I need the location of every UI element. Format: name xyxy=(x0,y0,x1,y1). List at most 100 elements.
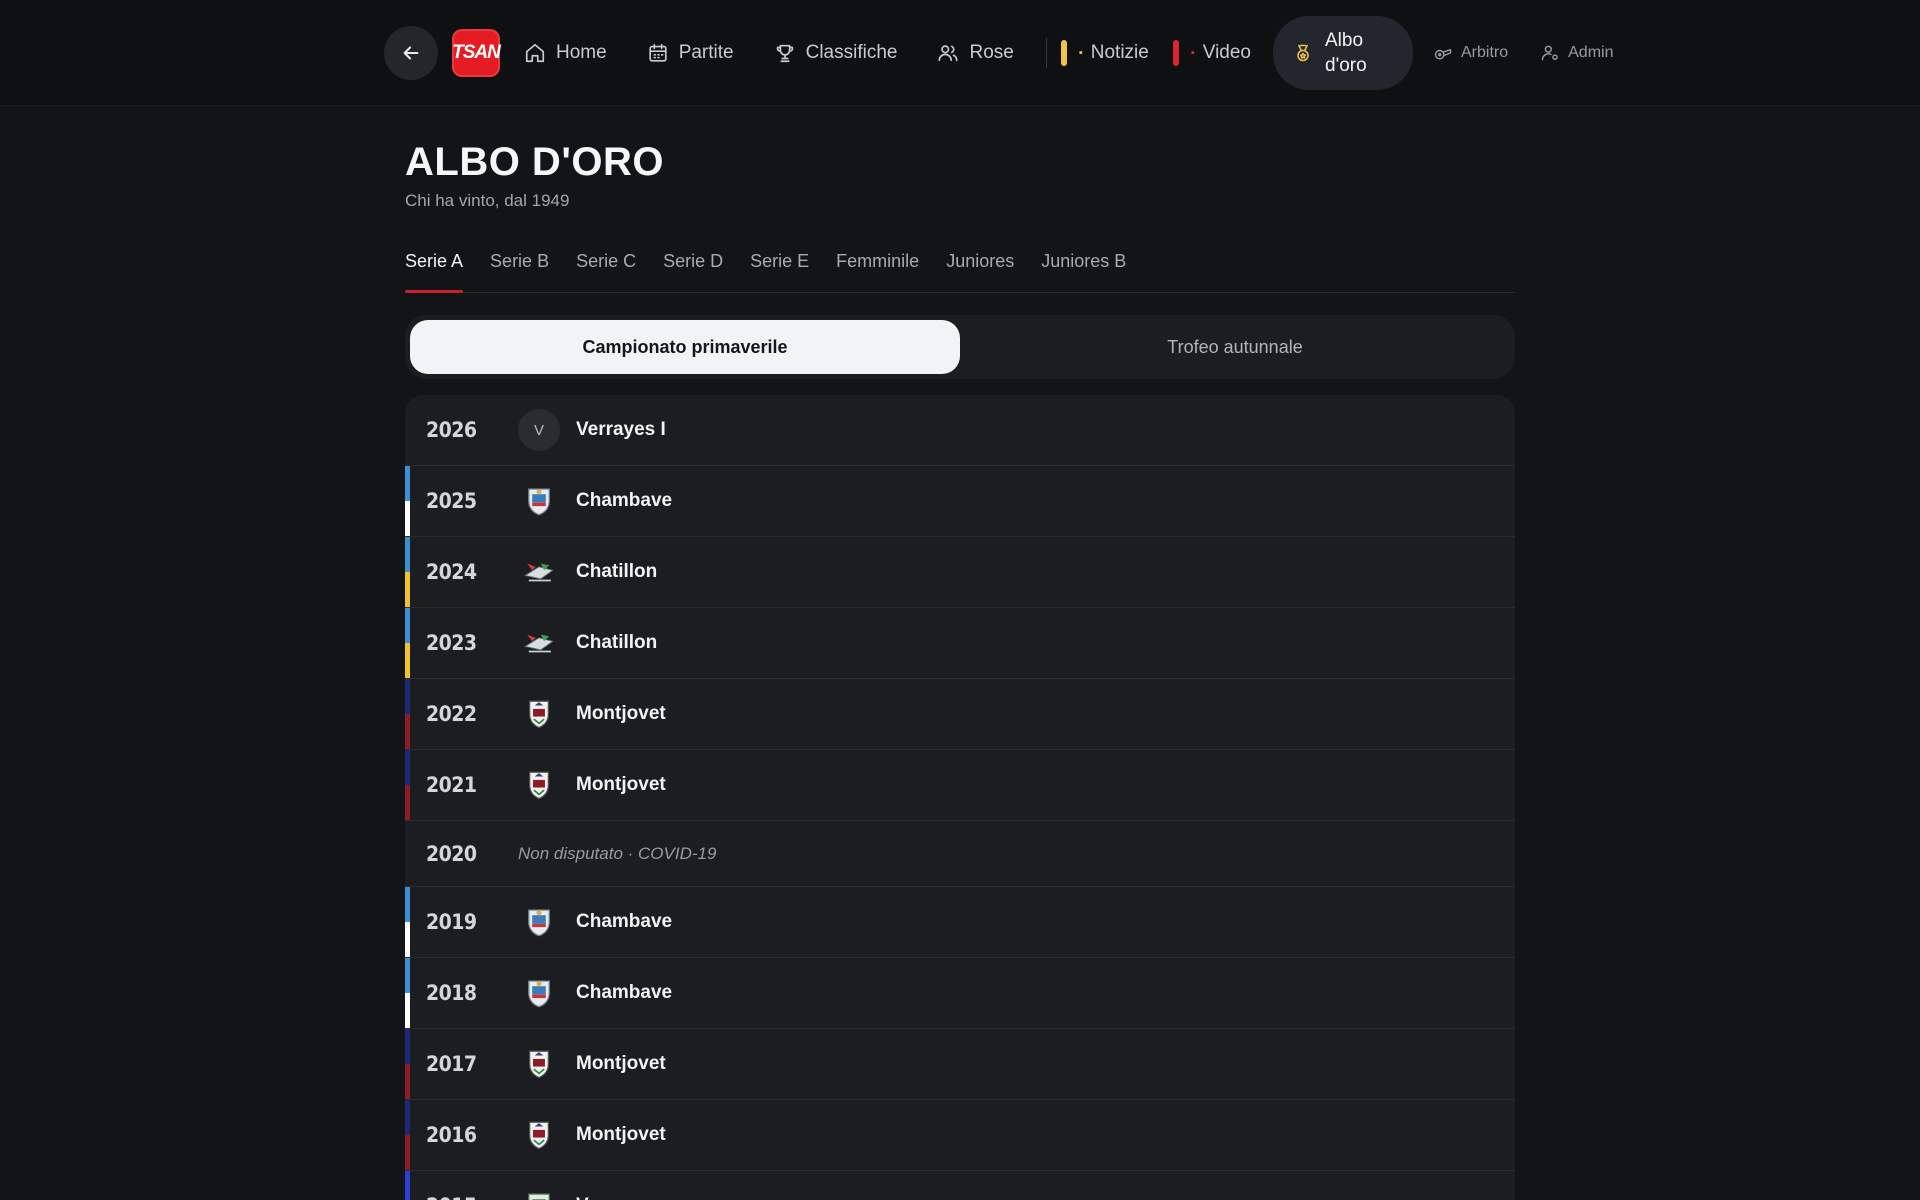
nav-active-label: Albo d'oro xyxy=(1325,28,1367,78)
competition-toggle: Campionato primaverile Trofeo autunnale xyxy=(405,315,1515,379)
medal-icon xyxy=(1297,44,1309,62)
winner-year: 2026 xyxy=(426,418,477,442)
nav-divider xyxy=(1045,38,1047,68)
nav-item-label: Arbitro xyxy=(1461,44,1509,61)
team-crest-icon xyxy=(518,1185,560,1200)
winner-year: 2025 xyxy=(426,489,477,513)
tab-juniores[interactable]: Juniores xyxy=(946,245,1014,292)
team-color-stripe xyxy=(405,887,410,957)
page-subtitle: Chi ha vinto, dal 1949 xyxy=(405,191,570,210)
team-initial-badge: V xyxy=(518,409,560,451)
whistle-icon xyxy=(1434,48,1452,60)
team-crest-icon: V xyxy=(518,409,560,451)
winner-row[interactable]: 2015 Verrayes xyxy=(405,1171,1515,1200)
tab-juniores-b[interactable]: Juniores B xyxy=(1041,245,1126,292)
winner-team-name: Chambave xyxy=(576,490,673,511)
nav-item-arbitro[interactable]: Arbitro xyxy=(1433,43,1508,63)
nav-item-rose[interactable]: Rose xyxy=(937,42,1014,64)
nav-item-video[interactable]: ▪ Video xyxy=(1172,40,1251,66)
winners-list: 2026 V Verrayes I 2025 Chambave 2024 Chatillon… xyxy=(405,395,1515,1200)
team-color-stripe xyxy=(405,1171,410,1200)
nav-item-notizie[interactable]: ▪ Notizie xyxy=(1060,40,1149,66)
page-title: ALBO D'ORO xyxy=(405,140,664,184)
video-icon: ▪ xyxy=(1190,47,1195,59)
nav-item-label: Notizie xyxy=(1090,42,1149,63)
back-button[interactable] xyxy=(384,26,438,80)
team-color-stripe xyxy=(405,608,410,678)
team-crest-icon xyxy=(518,480,560,522)
tab-serie-b[interactable]: Serie B xyxy=(490,245,549,292)
winner-team-name: Chambave xyxy=(576,982,673,1003)
red-marker xyxy=(1172,40,1179,66)
nav-item-home[interactable]: Home xyxy=(524,42,607,64)
winner-team-name: Montjovet xyxy=(576,774,666,795)
winner-team-name: Verrayes xyxy=(576,1195,655,1200)
team-crest-icon xyxy=(518,901,560,943)
winner-year: 2020 xyxy=(426,841,477,866)
nav-item-label: Partite xyxy=(678,42,734,63)
team-crest-icon xyxy=(518,551,560,593)
main-content: ALBO D'ORO Chi ha vinto, dal 1949 Serie … xyxy=(405,106,1515,1200)
winner-row[interactable]: 2018 Chambave xyxy=(405,958,1515,1029)
winner-team-name: Chambave xyxy=(576,911,673,932)
winner-year: 2016 xyxy=(426,1123,477,1147)
home-icon xyxy=(525,43,545,63)
tab-femminile[interactable]: Femminile xyxy=(836,245,919,292)
winner-row[interactable]: 2023 Chatillon xyxy=(405,608,1515,679)
users-icon xyxy=(938,45,959,62)
winner-row[interactable]: 2026 V Verrayes I xyxy=(405,395,1515,466)
arrow-left-icon xyxy=(403,46,419,60)
winner-row: 2020 Non disputato · COVID-19 xyxy=(405,821,1515,887)
winner-team-name: Verrayes I xyxy=(576,419,666,440)
nav-active-label-line1: Albo xyxy=(1325,30,1364,51)
nav-active-label-line2: d'oro xyxy=(1325,55,1367,76)
winner-team-name: Montjovet xyxy=(576,1053,666,1074)
main-nav: TSAN Home Partite Classifiche Rose ▪ Not… xyxy=(384,16,1684,90)
team-color-stripe xyxy=(405,750,410,820)
team-crest-icon xyxy=(518,622,560,664)
tab-serie-c[interactable]: Serie C xyxy=(576,245,636,292)
team-color-stripe xyxy=(405,1100,410,1170)
winner-row[interactable]: 2024 Chatillon xyxy=(405,537,1515,608)
winner-year: 2024 xyxy=(426,560,477,584)
nav-item-label: Admin xyxy=(1568,44,1614,61)
team-crest-icon xyxy=(518,1043,560,1085)
winner-row[interactable]: 2019 Chambave xyxy=(405,887,1515,958)
winner-row[interactable]: 2017 Montjovet xyxy=(405,1029,1515,1100)
trophy-icon xyxy=(776,44,793,63)
team-crest-icon xyxy=(518,764,560,806)
nav-item-albo-doro[interactable]: Albo d'oro xyxy=(1273,16,1413,90)
team-color-stripe xyxy=(405,679,410,749)
winner-row[interactable]: 2022 Montjovet xyxy=(405,679,1515,750)
user-gear-icon xyxy=(1541,45,1558,61)
winner-year: 2021 xyxy=(426,773,477,797)
tab-serie-d[interactable]: Serie D xyxy=(663,245,723,292)
tab-serie-e[interactable]: Serie E xyxy=(750,245,809,292)
site-logo[interactable]: TSAN xyxy=(452,29,501,77)
top-navigation-bar: TSAN Home Partite Classifiche Rose ▪ Not… xyxy=(0,0,1920,106)
yellow-marker xyxy=(1060,40,1067,66)
nav-item-classifiche[interactable]: Classifiche xyxy=(774,42,897,64)
winner-year: 2018 xyxy=(426,981,477,1005)
team-color-stripe xyxy=(405,537,410,607)
winner-row[interactable]: 2025 Chambave xyxy=(405,466,1515,537)
winner-row[interactable]: 2016 Montjovet xyxy=(405,1100,1515,1171)
newspaper-icon: ▪ xyxy=(1078,47,1083,59)
winner-year: 2015 xyxy=(405,1194,518,1200)
nav-item-admin[interactable]: Admin xyxy=(1540,43,1613,63)
nav-item-label: Video xyxy=(1202,42,1251,63)
calendar-icon xyxy=(649,43,667,62)
team-color-stripe xyxy=(405,958,410,1028)
nav-item-partite[interactable]: Partite xyxy=(647,42,734,64)
team-crest-icon xyxy=(518,1114,560,1156)
segment-trofeo-autunnale[interactable]: Trofeo autunnale xyxy=(960,320,1510,374)
nav-item-label: Home xyxy=(556,42,607,63)
winner-row[interactable]: 2021 Montjovet xyxy=(405,750,1515,821)
segment-campionato-primaverile[interactable]: Campionato primaverile xyxy=(410,320,960,374)
winner-year: 2023 xyxy=(426,631,477,655)
winner-team-name: Montjovet xyxy=(576,703,666,724)
tab-serie-a[interactable]: Serie A xyxy=(405,245,464,293)
winner-year: 2019 xyxy=(426,910,477,934)
winner-year: 2022 xyxy=(426,702,477,726)
winner-year: 2017 xyxy=(426,1052,477,1076)
